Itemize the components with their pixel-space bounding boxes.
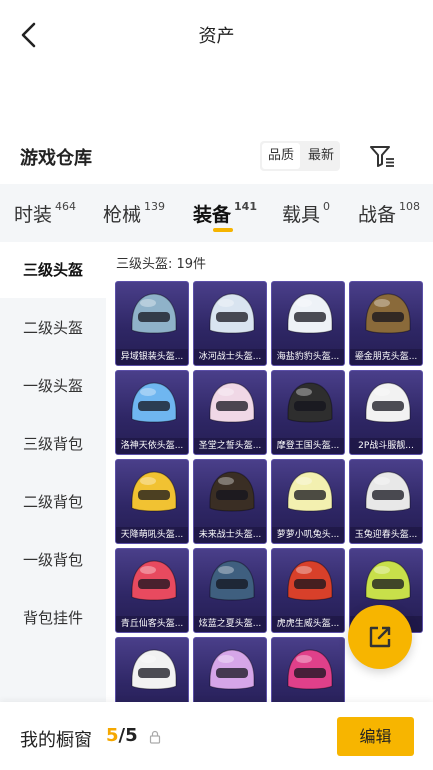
helmet-name: 天降萌吼头盔... [116, 527, 188, 543]
tab-vehicles[interactable]: 载具 0 [282, 200, 330, 227]
helmet-name: 海盐豹豹头盔... [272, 349, 344, 365]
helmet-name: 2P战斗服靓... [350, 438, 422, 454]
active-tab-indicator [213, 228, 233, 232]
helmet-card[interactable]: 圣堂之誓头盔... [193, 370, 267, 455]
helmet-icon [287, 293, 333, 334]
helmet-icon [131, 560, 177, 601]
tab-count: 0 [323, 200, 331, 213]
helmet-card[interactable] [115, 637, 189, 702]
tab-count: 464 [55, 200, 77, 213]
helmet-icon [365, 293, 411, 334]
tab-label: 装备 [193, 204, 232, 226]
edit-button[interactable]: 编辑 [337, 717, 414, 756]
helmet-name: 鎏金朋克头盔... [350, 349, 422, 365]
helmet-card[interactable]: 洛神天依头盔... [115, 370, 189, 455]
helmet-card[interactable]: 玉兔迎春头盔... [349, 459, 423, 544]
filter-icon [370, 146, 394, 167]
helmet-name: 异域银装头盔... [116, 349, 188, 365]
helmet-icon [287, 471, 333, 512]
warehouse-header: 游戏仓库 品质 最新 [0, 132, 433, 180]
sort-toggle: 品质 最新 [260, 141, 341, 171]
helmet-card[interactable]: 摩登王国头盔... [271, 370, 345, 455]
sort-quality-option[interactable]: 品质 [262, 143, 301, 169]
helmet-card[interactable]: 异域银装头盔... [115, 281, 189, 366]
helmet-icon [209, 560, 255, 601]
helmet-icon [131, 649, 177, 690]
helmet-name: 虎虎生威头盔... [272, 616, 344, 632]
subcategory-sidebar: 三级头盔 二级头盔 一级头盔 三级背包 二级背包 一级背包 背包挂件 [0, 242, 106, 702]
sidebar-item-level1-backpack[interactable]: 一级背包 [0, 532, 106, 588]
share-icon [369, 626, 391, 648]
helmet-card[interactable]: 虎虎生威头盔... [271, 548, 345, 633]
tab-label: 时装 [14, 204, 53, 226]
helmet-icon [365, 560, 411, 601]
helmet-name: 玉兔迎春头盔... [350, 527, 422, 543]
helmet-card[interactable]: 海盐豹豹头盔... [271, 281, 345, 366]
helmet-card[interactable]: 鎏金朋克头盔... [349, 281, 423, 366]
sidebar-item-level1-helmet[interactable]: 一级头盔 [0, 358, 106, 414]
helmet-name: 摩登王国头盔... [272, 438, 344, 454]
helmet-name: 萝萝小叽兔头... [272, 527, 344, 543]
helmet-icon [287, 560, 333, 601]
sidebar-item-backpack-charm[interactable]: 背包挂件 [0, 590, 106, 646]
tab-label: 载具 [282, 204, 321, 226]
tab-count: 108 [399, 200, 421, 213]
category-tabs: 时装 464 枪械 139 装备 141 载具 0 战备 108 [0, 184, 433, 242]
helmet-card[interactable]: 萝萝小叽兔头... [271, 459, 345, 544]
sidebar-item-level3-helmet[interactable]: 三级头盔 [0, 242, 106, 298]
sidebar-item-level2-backpack[interactable]: 二级背包 [0, 474, 106, 530]
filter-button[interactable] [368, 142, 396, 170]
helmet-icon [209, 293, 255, 334]
helmet-name: 圣堂之誓头盔... [194, 438, 266, 454]
showcase-label: 我的橱窗 [20, 730, 92, 751]
helmet-card[interactable]: 炫蓝之夏头盔... [193, 548, 267, 633]
sort-newest-option[interactable]: 最新 [302, 141, 340, 171]
sidebar-item-level3-backpack[interactable]: 三级背包 [0, 416, 106, 472]
helmet-card[interactable] [193, 637, 267, 702]
item-count-label: 三级头盔: 19件 [116, 257, 207, 272]
helmet-card[interactable]: 未来战士头盔... [193, 459, 267, 544]
helmet-name: 青丘仙客头盔... [116, 616, 188, 632]
tab-count: 141 [234, 200, 257, 213]
tab-supplies[interactable]: 战备 108 [358, 200, 420, 227]
warehouse-title: 游戏仓库 [20, 148, 92, 169]
helmet-name: 未来战士头盔... [194, 527, 266, 543]
helmet-card[interactable]: 冰河战士头盔... [193, 281, 267, 366]
helmet-name: 冰河战士头盔... [194, 349, 266, 365]
helmet-card[interactable] [271, 637, 345, 702]
helmet-icon [365, 382, 411, 423]
showcase-total: /5 [118, 725, 138, 746]
tab-equipment[interactable]: 装备 141 [193, 200, 257, 227]
page-title: 资产 [198, 26, 235, 47]
helmet-name: 洛神天依头盔... [116, 438, 188, 454]
top-bar: 资产 [0, 0, 433, 70]
helmet-card[interactable]: 天降萌吼头盔... [115, 459, 189, 544]
helmet-icon [209, 649, 255, 690]
helmet-icon [287, 649, 333, 690]
share-button[interactable] [348, 605, 412, 669]
helmet-name: 炫蓝之夏头盔... [194, 616, 266, 632]
tab-fashion[interactable]: 时装 464 [14, 200, 76, 227]
sidebar-item-level2-helmet[interactable]: 二级头盔 [0, 300, 106, 356]
helmet-card[interactable]: 青丘仙客头盔... [115, 548, 189, 633]
helmet-icon [287, 382, 333, 423]
helmet-icon [131, 293, 177, 334]
helmet-icon [209, 382, 255, 423]
helmet-card[interactable]: 2P战斗服靓... [349, 370, 423, 455]
showcase-count: 5/5 [106, 725, 138, 746]
tab-count: 139 [144, 200, 166, 213]
tab-firearms[interactable]: 枪械 139 [103, 200, 165, 227]
showcase-bar: 我的橱窗 5/5 编辑 [0, 702, 433, 770]
helmet-icon [209, 471, 255, 512]
showcase-current: 5 [106, 725, 119, 746]
lock-icon [149, 730, 161, 744]
tab-label: 枪械 [103, 204, 142, 226]
helmet-icon [131, 471, 177, 512]
helmet-icon [131, 382, 177, 423]
tab-label: 战备 [358, 204, 397, 226]
helmet-icon [365, 471, 411, 512]
